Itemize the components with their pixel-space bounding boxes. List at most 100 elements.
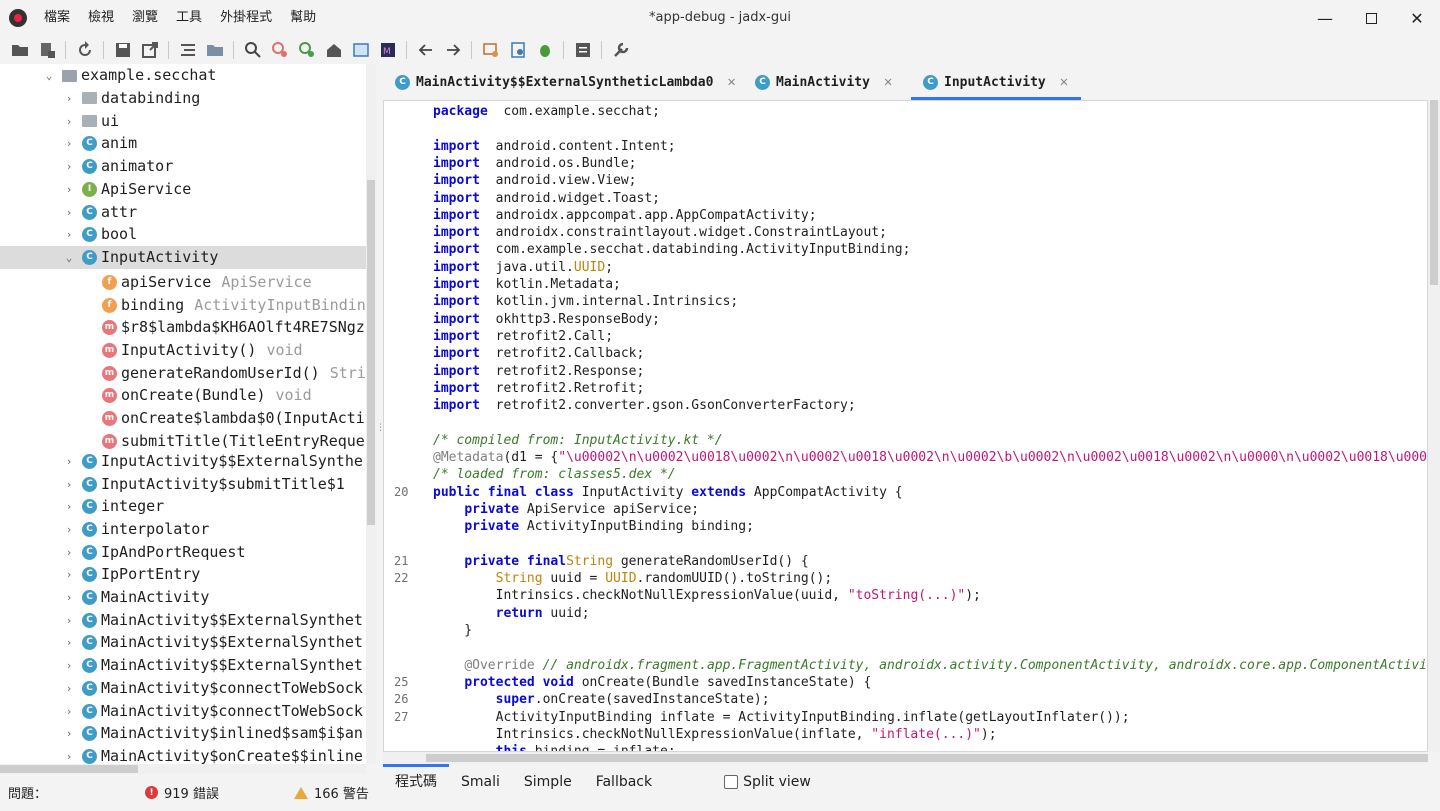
code-view-tab[interactable]: Smali xyxy=(449,764,512,800)
chevron-right-icon[interactable]: › xyxy=(62,114,76,128)
tree-vertical-scrollbar[interactable] xyxy=(366,64,376,764)
editor-scroll-thumb[interactable] xyxy=(1430,100,1438,285)
chevron-right-icon[interactable]: › xyxy=(62,636,76,650)
tree-node[interactable]: › Canimator xyxy=(0,155,366,178)
chevron-down-icon[interactable]: ⌄ xyxy=(42,69,56,83)
editor-hscroll-thumb[interactable] xyxy=(426,754,1428,762)
home-icon[interactable] xyxy=(323,39,345,61)
flatten-packages-icon[interactable] xyxy=(204,39,226,61)
preferences-icon[interactable] xyxy=(610,39,632,61)
add-files-icon[interactable] xyxy=(36,39,58,61)
tree-node[interactable]: f apiService ApiService xyxy=(0,271,366,294)
tree-node[interactable]: › C InputActivity$submitTitle$1 xyxy=(0,473,366,496)
sync-tree-icon[interactable] xyxy=(177,39,199,61)
log-viewer-icon[interactable] xyxy=(350,39,372,61)
close-window-button[interactable]: ✕ xyxy=(1394,0,1440,36)
editor-tab[interactable]: C MainActivity ✕ xyxy=(743,64,911,100)
chevron-right-icon[interactable]: › xyxy=(62,545,76,559)
menu-item[interactable]: 工具 xyxy=(167,0,211,36)
menu-item[interactable]: 檔案 xyxy=(35,0,79,36)
minimize-button[interactable]: — xyxy=(1302,0,1348,36)
split-view-checkbox[interactable] xyxy=(724,775,739,789)
tree-node[interactable]: › Cattr xyxy=(0,201,366,224)
editor-vertical-scrollbar[interactable] xyxy=(1428,100,1440,752)
sync-icon[interactable] xyxy=(74,39,96,61)
chevron-right-icon[interactable]: › xyxy=(62,704,76,718)
search-class-icon[interactable] xyxy=(296,39,318,61)
back-icon[interactable] xyxy=(415,39,437,61)
tree-node[interactable]: › databinding xyxy=(0,87,366,110)
chevron-right-icon[interactable]: › xyxy=(62,160,76,174)
tree-node[interactable]: f binding ActivityInputBinding xyxy=(0,294,366,317)
tree-node[interactable]: › Canim xyxy=(0,132,366,155)
debug-icon[interactable] xyxy=(534,39,556,61)
editor-horizontal-scrollbar[interactable] xyxy=(383,752,1428,764)
tree-node[interactable]: ⌄ C InputActivity xyxy=(0,245,366,269)
tree-node[interactable]: › Cinterpolator xyxy=(0,518,366,541)
menu-item[interactable]: 幫助 xyxy=(281,0,325,36)
tree-scroll-thumb[interactable] xyxy=(367,180,375,525)
quark-icon[interactable] xyxy=(480,39,502,61)
tree-node[interactable]: › C MainActivity$connectToWebSock xyxy=(0,677,366,700)
tree-horizontal-scrollbar[interactable] xyxy=(0,764,366,774)
forward-icon[interactable] xyxy=(442,39,464,61)
chevron-right-icon[interactable]: › xyxy=(62,228,76,242)
error-count[interactable]: ! 919 錯誤 xyxy=(145,783,219,802)
tree-node[interactable]: m InputActivity() void xyxy=(0,339,366,362)
chevron-right-icon[interactable]: › xyxy=(62,477,76,491)
code-editor[interactable]: package com.example.secchat; import andro… xyxy=(383,100,1428,752)
chevron-right-icon[interactable]: › xyxy=(62,681,76,695)
tree-node[interactable]: › Cinteger xyxy=(0,495,366,518)
tree-node[interactable]: › C MainActivity xyxy=(0,586,366,609)
tree-node[interactable]: › Cbool xyxy=(0,223,366,246)
chevron-right-icon[interactable]: › xyxy=(62,182,76,196)
tree-node[interactable]: › ui xyxy=(0,110,366,133)
find-usages-icon[interactable] xyxy=(269,39,291,61)
chevron-right-icon[interactable]: › xyxy=(62,500,76,514)
tree-node[interactable]: › C MainActivity$connectToWebSock xyxy=(0,700,366,723)
class-tree[interactable]: ⌄ example.secchat › databinding › ui › Canim › Ca… xyxy=(0,64,376,764)
tree-node[interactable]: m onCreate$lambda$0(InputActivity xyxy=(0,407,366,430)
tree-node[interactable]: ⌄ example.secchat xyxy=(0,64,366,87)
chevron-right-icon[interactable]: › xyxy=(62,205,76,219)
smali-icon[interactable]: M xyxy=(377,39,399,61)
chevron-right-icon[interactable]: › xyxy=(62,454,76,468)
code-view-tab[interactable]: Simple xyxy=(512,764,584,800)
tree-node[interactable]: › C MainActivity$$ExternalSynthet xyxy=(0,609,366,632)
editor-tab[interactable]: C InputActivity ✕ xyxy=(911,64,1081,100)
close-tab-icon[interactable]: ✕ xyxy=(1060,74,1068,90)
maximize-button[interactable] xyxy=(1348,0,1394,36)
split-view-toggle[interactable]: Split view xyxy=(724,774,811,790)
chevron-down-icon[interactable]: ⌄ xyxy=(62,250,76,264)
chevron-right-icon[interactable]: › xyxy=(62,613,76,627)
chevron-right-icon[interactable]: › xyxy=(62,91,76,105)
close-tab-icon[interactable]: ✕ xyxy=(884,74,892,90)
tree-node[interactable]: › C MainActivity$inlined$sam$i$an xyxy=(0,722,366,745)
tree-node[interactable]: › C MainActivity$onCreate$$inline xyxy=(0,745,366,764)
chevron-right-icon[interactable]: › xyxy=(62,522,76,536)
chevron-right-icon[interactable]: › xyxy=(62,659,76,673)
tree-node[interactable]: › C InputActivity$$ExternalSynthe xyxy=(0,450,366,473)
menu-item[interactable]: 檢視 xyxy=(79,0,123,36)
chevron-right-icon[interactable]: › xyxy=(62,727,76,741)
menu-item[interactable]: 外掛程式 xyxy=(211,0,281,36)
tree-hscroll-thumb[interactable] xyxy=(0,765,138,773)
chevron-right-icon[interactable]: › xyxy=(62,568,76,582)
editor-tab[interactable]: C MainActivity$$ExternalSyntheticLambda0 ✕ xyxy=(383,64,743,100)
tree-node[interactable]: › I ApiService xyxy=(0,178,366,201)
deobfuscation-icon[interactable] xyxy=(507,39,529,61)
menu-item[interactable]: 瀏覽 xyxy=(123,0,167,36)
settings-list-icon[interactable] xyxy=(572,39,594,61)
open-file-icon[interactable] xyxy=(9,39,31,61)
tree-node[interactable]: › C IpAndPortRequest xyxy=(0,541,366,564)
code-view-tab[interactable]: Fallback xyxy=(584,764,664,800)
tree-node[interactable]: m $r8$lambda$KH6AOlft4RE7SNgz xyxy=(0,316,366,339)
tree-node[interactable]: m onCreate(Bundle) void xyxy=(0,384,366,407)
tree-node[interactable]: › C IpPortEntry xyxy=(0,563,366,586)
tree-node[interactable]: mgenerateRandomUserId() String xyxy=(0,362,366,385)
code-view-tab[interactable]: 程式碼 xyxy=(383,764,449,800)
warning-count[interactable]: 166 警告 xyxy=(293,783,369,802)
tree-node[interactable]: › C MainActivity$$ExternalSynthet xyxy=(0,654,366,677)
pane-splitter[interactable]: ⋮ xyxy=(376,64,385,774)
export-icon[interactable] xyxy=(139,39,161,61)
